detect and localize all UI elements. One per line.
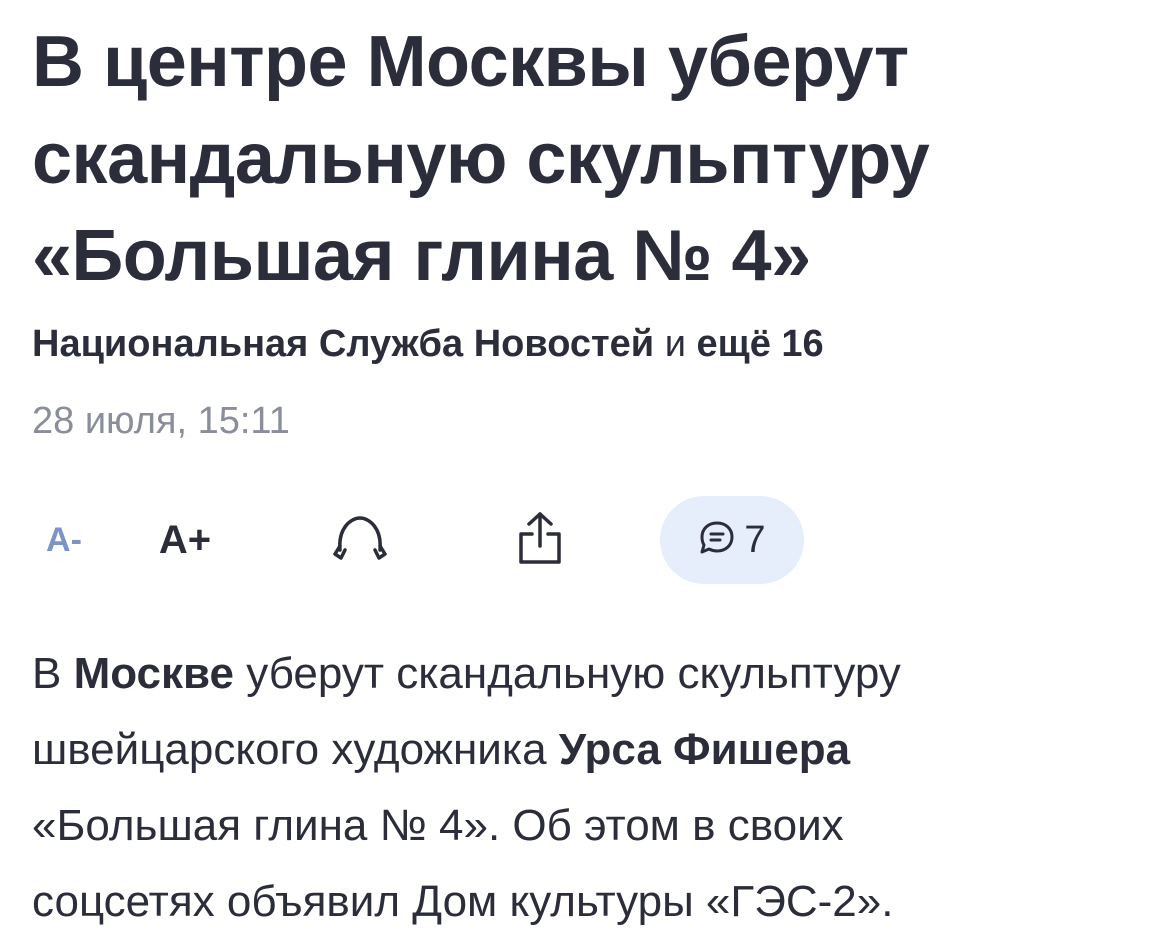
font-decrease-label: A-	[46, 520, 82, 559]
body-line: швейцарского художника Урса Фишера	[32, 712, 1142, 788]
comment-bubble-icon	[698, 519, 736, 562]
body-line: «Большая глина № 4». Об этом в своих	[32, 801, 844, 850]
body-line: соцсетях объявил Дом культуры «ГЭС-2».	[32, 877, 894, 926]
bold-link-moscow[interactable]: Москве	[74, 649, 234, 698]
body-text: швейцарского художника	[32, 725, 559, 774]
comments-button[interactable]: 7	[660, 496, 804, 584]
font-increase-label: A+	[158, 517, 212, 562]
article-sources[interactable]: Национальная Служба Новостей и ещё 16	[32, 318, 824, 370]
headline-line: «Большая глина № 4»	[32, 216, 811, 296]
headphones-icon	[329, 514, 391, 567]
bold-link-urs-fischer[interactable]: Урса Фишера	[559, 725, 850, 774]
source-name-link[interactable]: Национальная Служба Новостей	[32, 323, 654, 365]
publish-date: 28 июля, 15:11	[32, 400, 290, 442]
source-conjunction: и	[664, 323, 686, 365]
body-text: уберут скандальную скульптуру	[233, 649, 901, 698]
headline-line: скандальную скульптуру	[32, 119, 930, 199]
comments-count: 7	[744, 518, 766, 561]
share-button[interactable]	[500, 494, 580, 586]
article-body: В Москве уберут скандальную скульптуру ш…	[32, 636, 1142, 940]
headline-line: В центре Москвы уберут	[32, 22, 909, 102]
body-line: В Москве уберут скандальную скульптуру	[32, 636, 1142, 712]
more-sources-link[interactable]: ещё 16	[697, 323, 824, 365]
article-headline: В центре Москвы уберут скандальную скуль…	[32, 14, 1142, 305]
article-toolbar: A- A+ 7	[0, 494, 1170, 586]
font-increase-button[interactable]: A+	[150, 494, 220, 586]
listen-button[interactable]	[320, 494, 400, 586]
font-decrease-button[interactable]: A-	[34, 494, 94, 586]
share-icon	[515, 510, 565, 571]
body-text: В	[32, 649, 74, 698]
